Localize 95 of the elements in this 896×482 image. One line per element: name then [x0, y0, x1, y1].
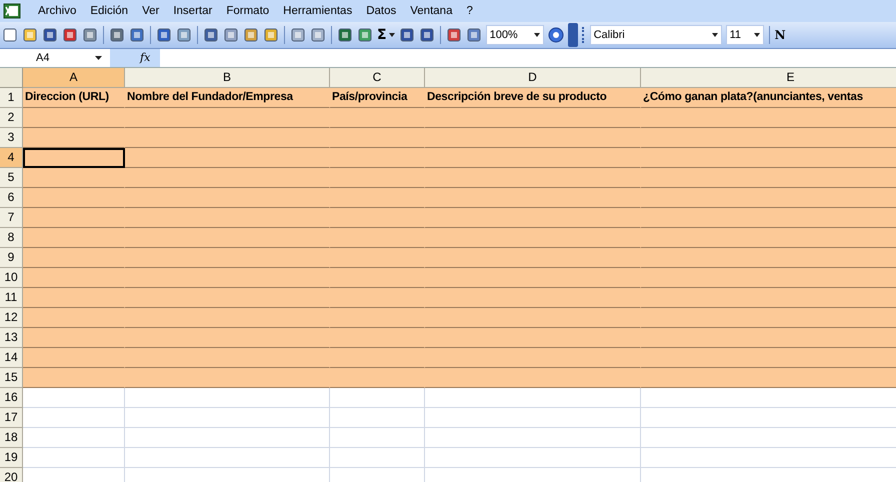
column-header[interactable]: B — [125, 68, 330, 88]
menu-item[interactable]: Edición — [83, 5, 136, 17]
column-header[interactable]: C — [330, 68, 425, 88]
table-cell[interactable] — [641, 288, 896, 308]
table-cell[interactable] — [641, 228, 896, 248]
table-cell[interactable] — [23, 368, 125, 388]
empty-cell[interactable] — [330, 388, 425, 408]
empty-cell[interactable] — [330, 448, 425, 468]
row-header[interactable]: 4 — [0, 148, 23, 168]
empty-cell[interactable] — [425, 428, 641, 448]
table-cell[interactable]: País/provincia — [330, 88, 425, 108]
table-cell[interactable] — [23, 168, 125, 188]
table-cell[interactable] — [641, 168, 896, 188]
table-cell[interactable] — [641, 108, 896, 128]
table-cell[interactable] — [23, 108, 125, 128]
row-header[interactable]: 3 — [0, 128, 23, 148]
row-header[interactable]: 9 — [0, 248, 23, 268]
menu-item[interactable]: Formato — [219, 5, 276, 17]
empty-cell[interactable] — [125, 428, 330, 448]
row-header[interactable]: 6 — [0, 188, 23, 208]
row-header[interactable]: 18 — [0, 428, 23, 448]
row-header[interactable]: 2 — [0, 108, 23, 128]
caret-icon — [712, 33, 718, 37]
column-header[interactable]: D — [425, 68, 641, 88]
caret-icon — [754, 33, 760, 37]
excel-icon[interactable] — [3, 3, 21, 19]
menu-item[interactable]: Ventana — [403, 5, 460, 17]
row-header[interactable]: 1 — [0, 88, 23, 108]
table-cell[interactable] — [641, 248, 896, 268]
menu-item[interactable]: Herramientas — [276, 5, 360, 17]
empty-cell[interactable] — [330, 408, 425, 428]
select-all-corner[interactable] — [0, 68, 23, 88]
table-cell[interactable] — [23, 328, 125, 348]
empty-cell[interactable] — [425, 408, 641, 428]
row-header[interactable]: 14 — [0, 348, 23, 368]
table-cell[interactable] — [641, 148, 896, 168]
table-cell[interactable] — [641, 328, 896, 348]
toolbar-options-handle[interactable] — [568, 23, 578, 47]
empty-cell[interactable] — [425, 448, 641, 468]
table-cell[interactable] — [641, 348, 896, 368]
table-cell[interactable] — [641, 128, 896, 148]
table-cell[interactable] — [641, 368, 896, 388]
table-cell[interactable] — [23, 268, 125, 288]
row-header[interactable]: 16 — [0, 388, 23, 408]
menu-item[interactable]: Ver — [135, 5, 166, 17]
table-cell[interactable] — [23, 248, 125, 268]
column-header[interactable]: E — [641, 68, 896, 88]
row-header[interactable]: 17 — [0, 408, 23, 428]
row-header[interactable]: 20 — [0, 468, 23, 482]
table-cell[interactable] — [641, 188, 896, 208]
table-cell[interactable]: Nombre del Fundador/Empresa — [125, 88, 330, 108]
row-header[interactable]: 11 — [0, 288, 23, 308]
caret-icon — [534, 33, 540, 37]
empty-cell[interactable] — [125, 388, 330, 408]
table-cell[interactable] — [23, 228, 125, 248]
table-cell[interactable] — [23, 208, 125, 228]
column-header[interactable]: A — [23, 68, 125, 88]
table-cell[interactable] — [125, 148, 330, 168]
empty-cell[interactable] — [125, 408, 330, 428]
dropdown-caret-icon[interactable] — [388, 33, 395, 37]
row-header[interactable]: 15 — [0, 368, 23, 388]
row-header[interactable]: 12 — [0, 308, 23, 328]
function-label[interactable]: fx — [110, 49, 160, 67]
row-header[interactable]: 7 — [0, 208, 23, 228]
row-header[interactable]: 10 — [0, 268, 23, 288]
menu-item[interactable]: Archivo — [31, 5, 84, 17]
help-icon[interactable] — [548, 27, 564, 43]
table-cell[interactable]: ¿Cómo ganan plata?(anunciantes, ventas — [641, 88, 896, 108]
empty-cell[interactable] — [330, 428, 425, 448]
font-dropdown[interactable]: Calibri — [590, 25, 722, 45]
table-cell[interactable]: Direccion (URL) — [23, 88, 125, 108]
table-cell[interactable]: Descripción breve de su producto — [425, 88, 641, 108]
table-cell[interactable] — [23, 348, 125, 368]
table-cell[interactable] — [641, 308, 896, 328]
bold-button[interactable]: N — [774, 28, 786, 42]
table-cell[interactable] — [23, 188, 125, 208]
menu-item[interactable]: Insertar — [166, 5, 220, 17]
menu-item[interactable]: Datos — [359, 5, 404, 17]
table-cell[interactable] — [23, 148, 125, 168]
table-cell[interactable] — [23, 128, 125, 148]
table-cell[interactable] — [23, 308, 125, 328]
autosum-button[interactable]: Σ — [377, 27, 387, 43]
table-cell[interactable] — [641, 268, 896, 288]
empty-cell[interactable] — [425, 388, 641, 408]
table-cell[interactable] — [641, 208, 896, 228]
empty-cell[interactable] — [125, 448, 330, 468]
caret-icon — [95, 56, 102, 60]
table-cell[interactable] — [23, 288, 125, 308]
row-header[interactable]: 19 — [0, 448, 23, 468]
font-size-dropdown[interactable]: 11 — [726, 25, 764, 45]
row-header[interactable]: 8 — [0, 228, 23, 248]
row-header[interactable]: 5 — [0, 168, 23, 188]
menu-item[interactable]: ? — [459, 5, 480, 17]
row-header[interactable]: 13 — [0, 328, 23, 348]
zoom-dropdown[interactable]: 100% — [486, 25, 544, 45]
